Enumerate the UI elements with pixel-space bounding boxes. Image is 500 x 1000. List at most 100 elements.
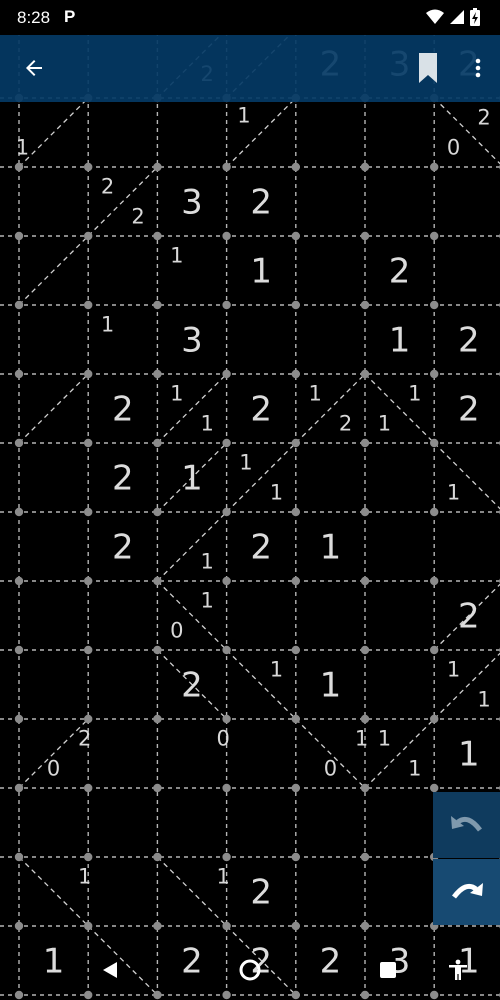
grid-vertex	[84, 645, 93, 655]
grid-vertex	[291, 645, 300, 655]
undo-button[interactable]	[433, 792, 500, 858]
accessibility-button[interactable]	[438, 950, 478, 990]
grid-vertex	[84, 714, 93, 724]
corner-clue: 2	[78, 726, 91, 750]
corner-clue: 1	[170, 381, 183, 405]
slant-line	[226, 649, 297, 720]
grid-vertex	[84, 162, 93, 172]
cell-clue: 2	[458, 390, 480, 430]
grid-vertex	[153, 507, 162, 517]
corner-clue: 2	[101, 174, 114, 198]
more-options-button[interactable]	[462, 48, 494, 88]
status-icons	[426, 8, 480, 26]
nav-home-circle-icon	[239, 959, 261, 981]
cell-clue: 2	[458, 597, 480, 637]
grid-vertex	[360, 438, 370, 448]
grid-vertex	[222, 783, 231, 793]
slant-line	[18, 235, 89, 306]
back-button[interactable]	[14, 48, 54, 88]
grid-vertex	[430, 645, 439, 655]
corner-clue: 1	[101, 312, 114, 336]
nav-back-triangle-icon	[103, 962, 117, 978]
corner-clue: 0	[324, 757, 337, 781]
grid-vertex	[222, 645, 231, 655]
grid-vertex	[430, 162, 439, 172]
grid-vertex	[360, 852, 370, 862]
grid-vertex	[430, 576, 439, 586]
grid-vertex	[291, 921, 300, 931]
grid-vertex	[153, 576, 162, 586]
corner-clue: 1	[378, 726, 391, 750]
grid-vertex	[360, 645, 370, 655]
corner-clue: 2	[339, 412, 352, 436]
grid-vertex	[84, 231, 93, 241]
grid-vertex	[291, 852, 300, 862]
corner-clue: 1	[477, 688, 490, 712]
corner-clue: 0	[170, 619, 183, 643]
grid-vertex	[430, 231, 439, 241]
grid-vertex	[14, 300, 24, 310]
grid-vertex	[84, 921, 93, 931]
grid-vertex	[14, 783, 24, 793]
grid-vertex	[360, 369, 370, 379]
corner-clue: 2	[477, 105, 490, 129]
corner-clue: 1	[447, 657, 460, 681]
grid-vertex	[14, 714, 24, 724]
slant-line	[18, 373, 89, 444]
cell-clue: 2	[112, 390, 134, 430]
grid-vertex	[14, 645, 24, 655]
cell-clue: 1	[181, 459, 203, 499]
corner-clue: 1	[239, 450, 252, 474]
grid-vertex	[222, 576, 231, 586]
grid-vertex	[291, 507, 300, 517]
corner-clue: 1	[170, 243, 183, 267]
cell-clue: 2	[250, 873, 272, 913]
grid-vertex	[153, 645, 162, 655]
corner-clue: 1	[270, 657, 283, 681]
cell-clue: 2	[250, 183, 272, 223]
grid-vertex	[84, 438, 93, 448]
nav-back-button[interactable]	[90, 950, 130, 990]
grid-vertex	[291, 231, 300, 241]
cell-clue: 1	[389, 321, 411, 361]
grid-vertex	[14, 921, 24, 931]
grid-vertex	[222, 507, 231, 517]
grid-vertex	[153, 300, 162, 310]
corner-clue: 0	[47, 757, 60, 781]
corner-clue: 1	[270, 481, 283, 505]
grid-vertex	[222, 921, 231, 931]
corner-clue: 0	[447, 136, 460, 160]
status-time: 8:28	[17, 8, 51, 27]
grid-vertex	[291, 576, 300, 586]
grid-vertex	[430, 300, 439, 310]
corner-clue: 1	[16, 136, 29, 160]
corner-clue: 1	[201, 588, 214, 612]
status-bar: 8:28 P	[0, 0, 500, 35]
grid-vertex	[153, 369, 162, 379]
grid-vertex	[14, 369, 24, 379]
corner-clue: 1	[216, 864, 229, 888]
bookmark-button[interactable]	[408, 48, 448, 88]
grid-vertex	[222, 231, 231, 241]
grid-vertex	[14, 576, 24, 586]
notification-letter: P	[64, 7, 76, 26]
bookmark-icon	[419, 53, 437, 83]
slant-line	[364, 718, 435, 789]
grid-vertex	[360, 162, 370, 172]
redo-button[interactable]	[433, 859, 500, 925]
grid-vertex	[430, 369, 439, 379]
grid-vertex	[153, 921, 162, 931]
nav-recents-button[interactable]	[368, 950, 408, 990]
puzzle-board[interactable]: 23232123122222122122112122231 2112022111…	[0, 0, 500, 1000]
grid-vertex	[360, 576, 370, 586]
grid-vertex	[84, 576, 93, 586]
grid-vertex	[14, 438, 24, 448]
cell-clue: 1	[250, 252, 272, 292]
corner-clue: 1	[201, 550, 214, 574]
corner-clue: 1	[237, 103, 250, 127]
nav-home-button[interactable]	[230, 950, 270, 990]
nav-recents-square-icon	[380, 962, 396, 978]
grid-vertex	[14, 507, 24, 517]
grid-vertex	[430, 714, 439, 724]
grid-vertex	[430, 507, 439, 517]
